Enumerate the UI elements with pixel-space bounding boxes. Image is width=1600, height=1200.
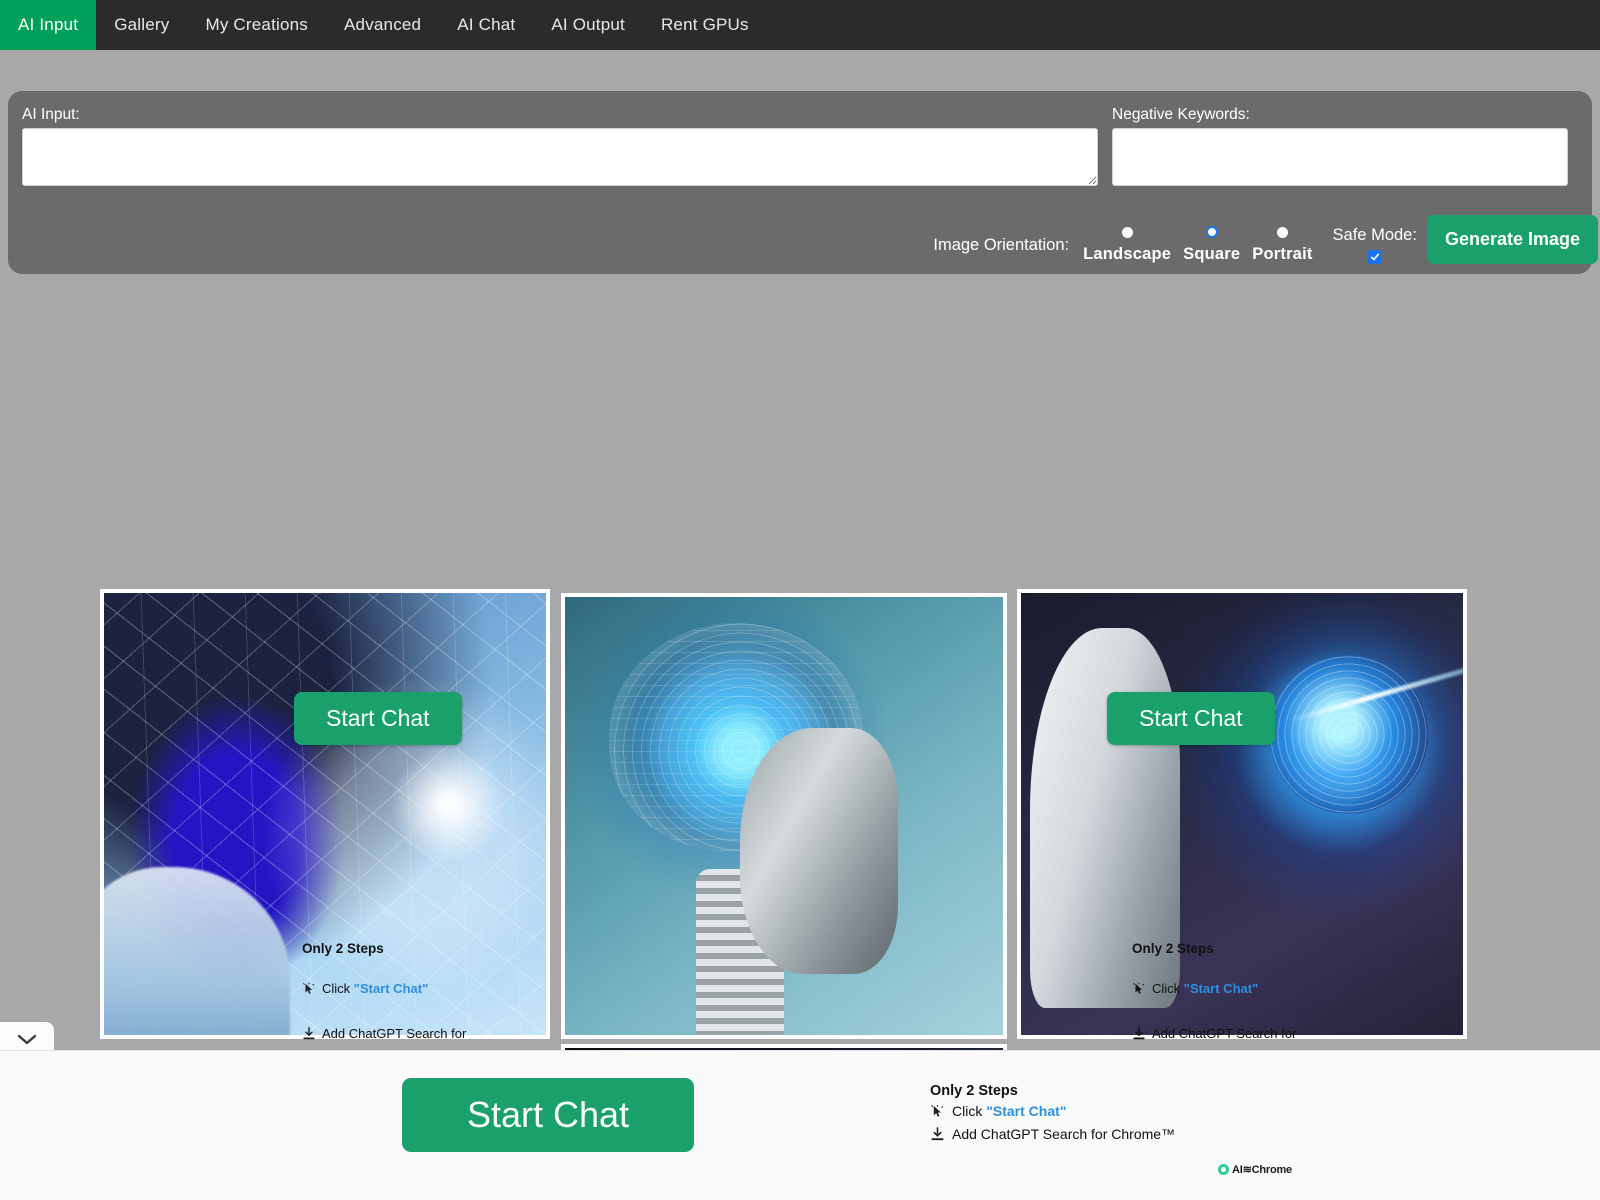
ad-card[interactable]: Start Chat Only 2 Steps Click "Start Cha… [1017, 589, 1467, 1041]
tab-gallery[interactable]: Gallery [96, 0, 187, 50]
safe-mode-checkbox[interactable] [1367, 250, 1382, 264]
ad-step-1-link[interactable]: "Start Chat" [1184, 981, 1258, 996]
radio-square[interactable]: Square [1183, 226, 1240, 264]
tab-ai-input[interactable]: AI Input [0, 0, 97, 50]
negative-keywords-label: Negative Keywords: [1112, 106, 1250, 123]
start-chat-button[interactable]: Start Chat [294, 692, 462, 745]
decoration [1289, 662, 1463, 724]
tab-my-creations[interactable]: My Creations [187, 0, 326, 50]
ad-step-1: Click "Start Chat" [1132, 981, 1258, 996]
decoration [696, 868, 784, 1035]
footer-step-2: Add ChatGPT Search for Chrome™ [930, 1126, 1175, 1142]
tab-label: Gallery [114, 15, 170, 34]
image-orientation-label: Image Orientation: [933, 236, 1070, 254]
radio-dot-selected-icon [1205, 226, 1218, 238]
chevron-down-icon [17, 1034, 37, 1044]
safe-mode-group: Safe Mode: [1333, 226, 1417, 264]
radio-label: Portrait [1252, 245, 1313, 263]
ad-card[interactable] [561, 593, 1007, 1039]
generate-image-button[interactable]: Generate Image [1426, 215, 1598, 264]
top-navigation: AI Input Gallery My Creations Advanced A… [0, 0, 1600, 50]
negative-keywords-field-group: Negative Keywords: [1112, 107, 1568, 186]
ad-step-1-prefix: Click [1152, 981, 1184, 996]
tab-label: Rent GPUs [660, 15, 749, 34]
start-chat-button[interactable]: Start Chat [1107, 692, 1275, 745]
tab-label: AI Output [551, 15, 625, 34]
ad-step-1-text: Click "Start Chat" [1152, 981, 1258, 996]
footer-step-1: Click "Start Chat" [930, 1103, 1066, 1119]
tab-label: Advanced [344, 15, 422, 34]
ad-step-1-text: Click "Start Chat" [322, 981, 428, 996]
tab-label: AI Input [18, 15, 79, 34]
ai-input-label: AI Input: [22, 106, 80, 123]
ai-chrome-logo-icon [1218, 1164, 1229, 1175]
cursor-click-icon [931, 1104, 944, 1117]
footer-ad-bar [0, 1050, 1600, 1200]
footer-start-chat-button[interactable]: Start Chat [402, 1078, 694, 1152]
tab-advanced[interactable]: Advanced [326, 0, 439, 50]
download-icon [1133, 1026, 1145, 1039]
radio-portrait[interactable]: Portrait [1252, 227, 1312, 264]
safe-mode-label: Safe Mode: [1332, 226, 1417, 244]
footer-steps-title: Only 2 Steps [930, 1083, 1018, 1099]
ad-step-1-prefix: Click [322, 981, 354, 996]
ad-step-2: Add ChatGPT Search for [302, 1026, 466, 1041]
generation-controls: Image Orientation: Landscape Square Port… [933, 215, 1598, 264]
ad-step-2: Add ChatGPT Search for [1132, 1026, 1296, 1041]
ad-step-1-link[interactable]: "Start Chat" [354, 981, 428, 996]
download-icon [303, 1026, 315, 1039]
prompt-panel: AI Input: Negative Keywords: Image Orien… [8, 91, 1598, 274]
ad-steps-title: Only 2 Steps [302, 941, 384, 956]
ad-steps-title: Only 2 Steps [1132, 941, 1214, 956]
radio-label: Square [1183, 245, 1241, 263]
ad-card[interactable]: Start Chat Only 2 Steps Click "Start Cha… [100, 589, 550, 1041]
ai-input-field-group: AI Input: [22, 107, 1098, 186]
radio-landscape[interactable]: Landscape [1083, 227, 1171, 264]
cursor-click-icon [1132, 982, 1145, 994]
ad-image-android-sphere [1021, 593, 1463, 1035]
footer-step-2-text: Add ChatGPT Search for Chrome™ [952, 1126, 1176, 1142]
ai-chrome-brand-text: AI≋Chrome [1232, 1164, 1292, 1176]
check-icon [1370, 253, 1379, 261]
ad-image-neural-head [104, 593, 546, 1035]
ad-cards-board: Start Chat Only 2 Steps Click "Start Cha… [0, 274, 1600, 1200]
tab-ai-chat[interactable]: AI Chat [439, 0, 533, 50]
ad-image-glowing-brain-head [565, 597, 1003, 1035]
radio-dot-icon [1121, 227, 1133, 238]
ad-step-2-text: Add ChatGPT Search for [322, 1026, 467, 1041]
ai-input-textarea[interactable] [22, 127, 1098, 186]
tab-rent-gpus[interactable]: Rent GPUs [643, 0, 767, 50]
tab-ai-output[interactable]: AI Output [533, 0, 643, 50]
orientation-radio-group: Landscape Square Portrait [1077, 226, 1318, 264]
footer-step-1-link[interactable]: "Start Chat" [986, 1103, 1066, 1119]
radio-dot-icon [1276, 227, 1288, 238]
download-icon [931, 1126, 944, 1140]
footer-step-1-prefix: Click [952, 1103, 987, 1119]
ad-step-2-text: Add ChatGPT Search for [1152, 1026, 1297, 1041]
footer-step-1-text: Click "Start Chat" [952, 1103, 1066, 1119]
negative-keywords-textarea[interactable] [1112, 127, 1568, 186]
cursor-click-icon [302, 982, 315, 994]
tab-label: AI Chat [457, 15, 516, 34]
radio-label: Landscape [1083, 245, 1172, 263]
footer-ai-chrome-brandmark: AI≋Chrome [1218, 1163, 1292, 1176]
ad-step-1: Click "Start Chat" [302, 981, 428, 996]
tab-label: My Creations [205, 15, 308, 34]
